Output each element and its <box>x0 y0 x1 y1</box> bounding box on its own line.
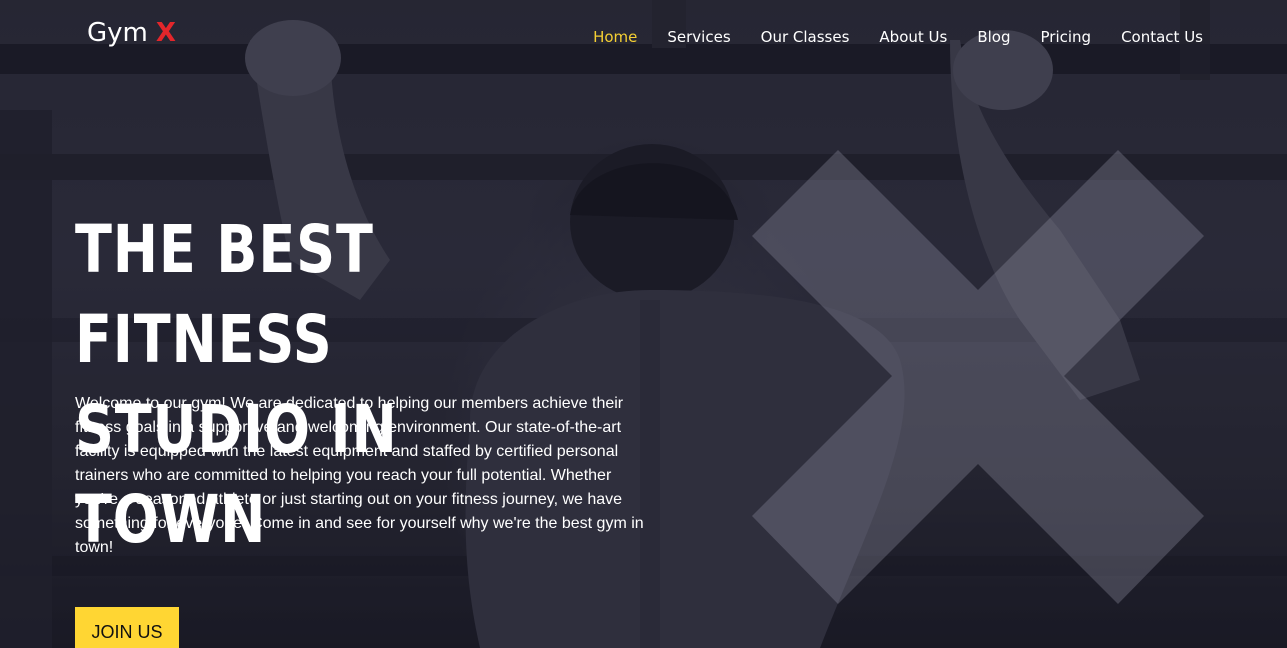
join-us-button[interactable]: JOIN US <box>75 607 179 648</box>
brand-logo[interactable]: Gym X <box>87 18 176 48</box>
nav-link-about-us[interactable]: About Us <box>879 28 947 46</box>
nav-item-our-classes: Our Classes <box>761 28 850 47</box>
nav-item-contact-us: Contact Us <box>1121 28 1203 47</box>
nav-link-blog[interactable]: Blog <box>977 28 1010 46</box>
nav-item-services: Services <box>667 28 730 47</box>
brand-name: Gym <box>87 18 148 48</box>
nav-link-home[interactable]: Home <box>593 28 637 46</box>
nav-item-home: Home <box>593 28 637 47</box>
nav-item-about-us: About Us <box>879 28 947 47</box>
nav-link-contact-us[interactable]: Contact Us <box>1121 28 1203 46</box>
navbar: Gym X Home Services Our Classes About Us … <box>0 0 1287 76</box>
brand-accent-letter: X <box>155 18 176 48</box>
nav-item-blog: Blog <box>977 28 1010 47</box>
hero-description: Welcome to our gym! We are dedicated to … <box>75 395 644 556</box>
hero-section: Gym X Home Services Our Classes About Us … <box>0 0 1287 648</box>
x-mark-icon <box>752 150 1204 604</box>
nav-item-pricing: Pricing <box>1041 28 1092 47</box>
nav-menu: Home Services Our Classes About Us Blog … <box>563 28 1203 47</box>
nav-link-services[interactable]: Services <box>667 28 730 46</box>
nav-link-pricing[interactable]: Pricing <box>1041 28 1092 46</box>
nav-link-our-classes[interactable]: Our Classes <box>761 28 850 46</box>
hero-title-line1: THE BEST FITNESS <box>75 211 374 378</box>
